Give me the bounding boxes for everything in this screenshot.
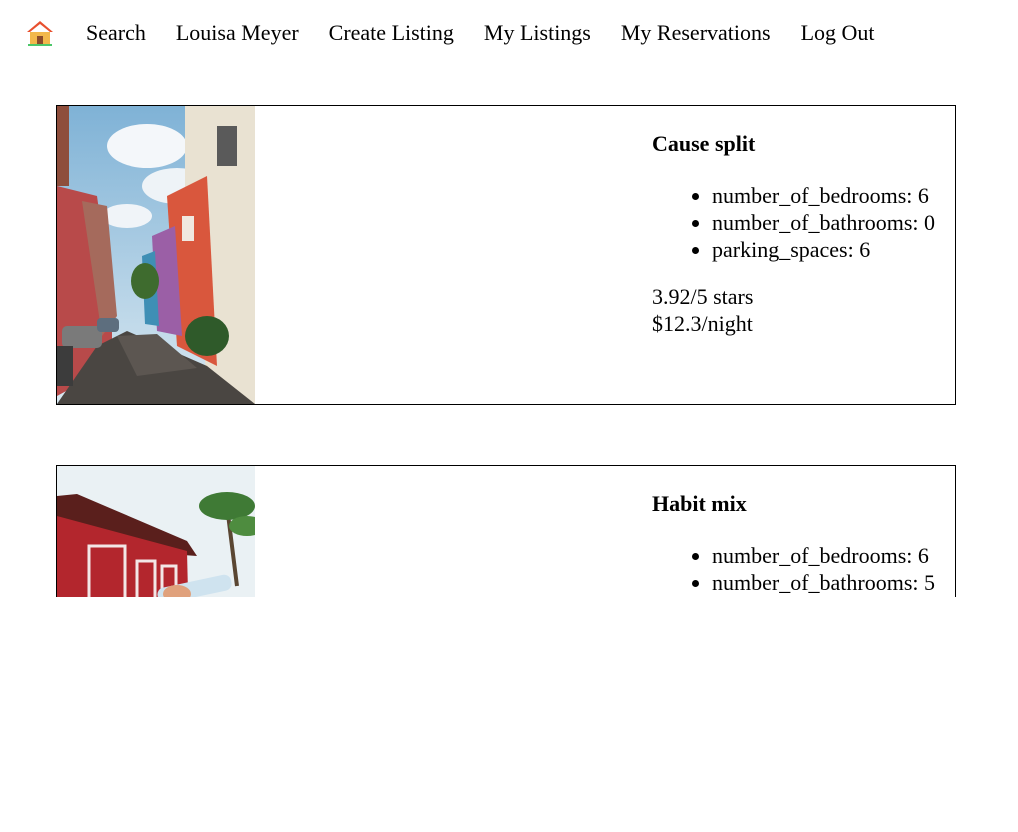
feature-item: number_of_bedrooms: 6 bbox=[712, 542, 955, 569]
listing-photo bbox=[57, 106, 255, 404]
listing-info: Cause split number_of_bedrooms: 6 number… bbox=[652, 126, 955, 337]
feature-item: parking_spaces: 6 bbox=[712, 236, 955, 263]
listing-info: Habit mix number_of_bedrooms: 6 number_o… bbox=[652, 486, 955, 597]
listing-title: Cause split bbox=[652, 131, 756, 156]
listing-title: Habit mix bbox=[652, 491, 747, 516]
listing-card[interactable]: Habit mix number_of_bedrooms: 6 number_o… bbox=[56, 465, 956, 597]
feature-item: number_of_bedrooms: 6 bbox=[712, 182, 955, 209]
listings-viewport: Cause split number_of_bedrooms: 6 number… bbox=[0, 0, 1018, 597]
feature-item: number_of_bathrooms: 5 bbox=[712, 569, 955, 596]
listing-features: number_of_bedrooms: 6 number_of_bathroom… bbox=[652, 182, 955, 263]
listing-rating: 3.92/5 stars bbox=[652, 284, 754, 309]
listing-photo bbox=[57, 466, 255, 597]
listing-features: number_of_bedrooms: 6 number_of_bathroom… bbox=[652, 542, 955, 596]
listing-price: $12.3/night bbox=[652, 311, 753, 336]
feature-item: number_of_bathrooms: 0 bbox=[712, 209, 955, 236]
listing-card[interactable]: Cause split number_of_bedrooms: 6 number… bbox=[56, 105, 956, 405]
